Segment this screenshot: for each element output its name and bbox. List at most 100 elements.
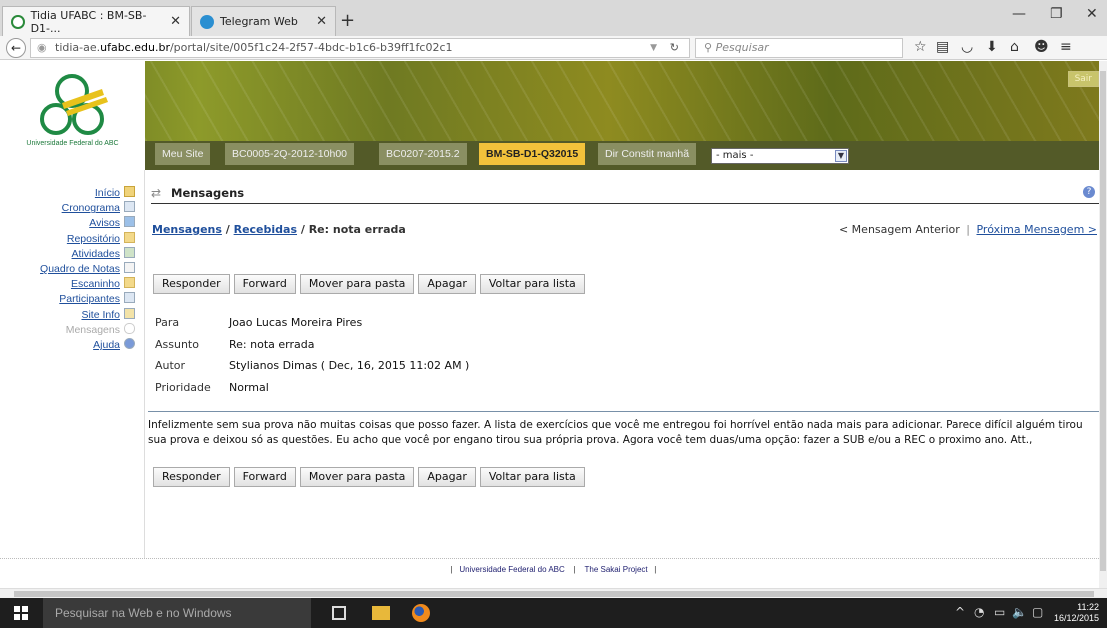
next-message-link[interactable]: Próxima Mensagem > [976,223,1097,236]
download-icon[interactable]: ⬇ [986,39,998,55]
reload-icon[interactable]: ↻ [670,39,679,57]
sidebar-item-label: Ajuda [93,338,120,351]
move-to-folder-button[interactable]: Mover para pasta [299,274,415,294]
sidebar-item-ajuda[interactable]: Ajuda [0,337,135,353]
sidebar-item-repositorio[interactable]: Repositório [0,231,135,247]
footer-link-sakai[interactable]: The Sakai Project [584,565,647,574]
forward-button[interactable]: Forward [233,467,296,487]
more-sites-select[interactable]: - mais - ▼ [711,148,849,164]
bookmarks-list-icon[interactable]: ▤ [936,39,949,55]
network-icon[interactable]: ◔ [974,605,984,619]
browser-tab-telegram[interactable]: Telegram Web ✕ [191,6,336,36]
footer-separator: | [450,565,453,574]
help-icon [124,337,135,349]
sidebar-item-escaninho[interactable]: Escaninho [0,277,135,292]
reply-button[interactable]: Responder [153,274,230,294]
header-value: Stylianos Dimas ( Dec, 16, 2015 11:02 AM… [229,359,470,372]
taskbar-clock[interactable]: 11:22 16/12/2015 [1054,602,1099,624]
home-icon[interactable]: ⌂ [1010,39,1019,55]
sidebar-item-label: Avisos [89,217,120,230]
sidebar-item-label: Quadro de Notas [40,262,120,275]
logout-button[interactable]: Sair [1067,71,1099,87]
back-to-list-button[interactable]: Voltar para lista [479,274,585,294]
sidebar-item-participantes[interactable]: Participantes [0,292,135,307]
scrollbar-thumb[interactable] [14,591,1094,597]
site-tab-bm-sb-d1[interactable]: BM-SB-D1-Q32015 [479,143,586,165]
menu-icon[interactable]: ≡ [1060,39,1072,55]
horizontal-scrollbar[interactable] [0,588,1107,598]
minimize-icon[interactable]: — [1012,6,1026,22]
footer-link-ufabc[interactable]: Universidade Federal do ABC [459,565,564,574]
close-window-icon[interactable]: ✕ [1086,6,1098,22]
sidebar-item-site-info[interactable]: Site Info [0,307,135,323]
ufabc-logo[interactable]: Universidade Federal do ABC [0,61,145,170]
site-tab-bc0005[interactable]: BC0005-2Q-2012-10h00 [225,143,354,165]
notifications-icon[interactable]: ▢ [1032,605,1043,619]
extension-icon[interactable]: ☻ [1034,39,1049,55]
delete-button[interactable]: Apagar [418,274,476,294]
sidebar-item-avisos[interactable]: Avisos [0,216,135,231]
new-tab-button[interactable]: + [340,10,355,31]
back-to-list-button[interactable]: Voltar para lista [479,467,585,487]
close-tab-icon[interactable]: ✕ [170,14,181,29]
header-row-autor: Autor Stylianos Dimas ( Dec, 16, 2015 11:… [155,359,469,381]
vertical-scrollbar[interactable] [1099,61,1107,588]
tray-chevron-icon[interactable]: ^ [955,605,965,619]
bookmark-star-icon[interactable]: ☆ [914,39,927,55]
scrollbar-thumb[interactable] [1100,71,1106,571]
forward-button[interactable]: Forward [233,274,296,294]
file-explorer-icon[interactable] [372,606,390,620]
tool-menu-list: Início Cronograma Avisos Repositório Ati… [0,186,135,353]
back-arrow-icon[interactable]: ← [6,38,26,58]
task-view-icon[interactable] [332,606,346,620]
url-domain: ufabc.edu.br [100,41,170,54]
move-to-folder-button[interactable]: Mover para pasta [299,467,415,487]
sidebar-item-label: Início [94,187,120,199]
sidebar-item-inicio[interactable]: Início [0,186,135,201]
browser-tab-bar: Tidia UFABC : BM-SB-D1-... ✕ Telegram We… [0,0,1107,36]
site-tab-dir-constit[interactable]: Dir Constit manhã [598,143,697,165]
message-headers: Para Joao Lucas Moreira Pires Assunto Re: … [155,316,469,402]
sidebar-item-cronograma[interactable]: Cronograma [0,201,135,216]
restore-icon[interactable]: ❐ [1050,6,1063,22]
volume-icon[interactable]: 🔈 [1012,605,1027,619]
taskbar-search-input[interactable]: Pesquisar na Web e no Windows [43,598,311,628]
browser-tab-tidia[interactable]: Tidia UFABC : BM-SB-D1-... ✕ [2,6,190,36]
site-tab-bc0207[interactable]: BC0207-2015.2 [379,143,467,165]
pocket-icon[interactable]: ◡ [961,39,973,55]
footer-separator: | [573,565,576,574]
url-dropdown-icon[interactable]: ▼ [650,39,657,57]
breadcrumb-separator: / [221,223,234,236]
reply-button[interactable]: Responder [153,467,230,487]
search-input[interactable]: ⚲ Pesquisar [695,38,903,58]
sidebar-item-label: Escaninho [70,278,120,291]
close-tab-icon[interactable]: ✕ [316,14,327,29]
footer-separator: | [654,565,657,574]
windows-start-icon[interactable] [14,606,28,620]
site-info-icon[interactable]: ◉ [37,39,47,57]
delete-button[interactable]: Apagar [418,467,476,487]
reset-tool-icon[interactable]: ⇄ [151,186,161,200]
main-content: ⇄ Mensagens ? Mensagens / Recebidas / Re… [145,170,1107,590]
help-icon[interactable]: ? [1083,186,1095,198]
site-tab-meu-site[interactable]: Meu Site [155,143,211,165]
footer-links: | Universidade Federal do ABC | The Saka… [0,565,1107,574]
sidebar-item-atividades[interactable]: Atividades [0,246,135,262]
message-icon [124,322,135,334]
breadcrumb: Mensagens / Recebidas / Re: nota errada [152,223,406,236]
header-value: Normal [229,380,269,394]
previous-message-link[interactable]: < Mensagem Anterior [839,223,960,236]
battery-icon[interactable]: ▭ [994,605,1005,619]
breadcrumb-recebidas[interactable]: Recebidas [234,223,297,236]
header-key: Para [155,316,180,329]
home-icon [124,186,135,197]
sidebar-item-quadro-de-notas[interactable]: Quadro de Notas [0,261,135,277]
search-placeholder: Pesquisar [715,41,769,54]
message-navigation: < Mensagem Anterior | Próxima Mensagem > [839,223,1097,236]
firefox-icon[interactable] [412,604,430,622]
assignment-icon [124,246,135,258]
address-bar[interactable]: ◉ tidia-ae.ufabc.edu.br/portal/site/005f… [30,38,690,58]
site-banner: Universidade Federal do ABC Sair Meu Sit… [0,61,1107,170]
breadcrumb-mensagens[interactable]: Mensagens [152,223,222,236]
browser-nav-bar: ← ◉ tidia-ae.ufabc.edu.br/portal/site/00… [0,36,1107,60]
